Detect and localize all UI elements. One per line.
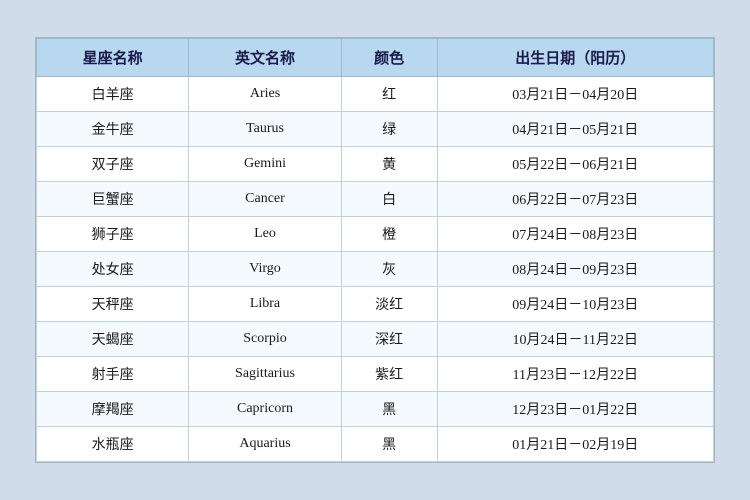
cell-dates: 04月21日－05月21日 xyxy=(437,112,713,147)
table-row: 摩羯座Capricorn黑12月23日－01月22日 xyxy=(37,392,714,427)
cell-color: 紫红 xyxy=(341,357,437,392)
table-row: 处女座Virgo灰08月24日－09月23日 xyxy=(37,252,714,287)
cell-english-name: Cancer xyxy=(189,182,341,217)
cell-english-name: Virgo xyxy=(189,252,341,287)
cell-dates: 01月21日－02月19日 xyxy=(437,427,713,462)
table-row: 狮子座Leo橙07月24日－08月23日 xyxy=(37,217,714,252)
table-header-row: 星座名称 英文名称 颜色 出生日期（阳历） xyxy=(37,39,714,77)
zodiac-table: 星座名称 英文名称 颜色 出生日期（阳历） 白羊座Aries红03月21日－04… xyxy=(36,38,714,462)
table-row: 白羊座Aries红03月21日－04月20日 xyxy=(37,77,714,112)
cell-chinese-name: 天秤座 xyxy=(37,287,189,322)
cell-english-name: Leo xyxy=(189,217,341,252)
table-row: 水瓶座Aquarius黑01月21日－02月19日 xyxy=(37,427,714,462)
cell-chinese-name: 摩羯座 xyxy=(37,392,189,427)
cell-dates: 03月21日－04月20日 xyxy=(437,77,713,112)
col-header-english: 英文名称 xyxy=(189,39,341,77)
cell-english-name: Taurus xyxy=(189,112,341,147)
cell-color: 深红 xyxy=(341,322,437,357)
cell-chinese-name: 处女座 xyxy=(37,252,189,287)
cell-dates: 09月24日－10月23日 xyxy=(437,287,713,322)
cell-english-name: Libra xyxy=(189,287,341,322)
cell-color: 灰 xyxy=(341,252,437,287)
cell-chinese-name: 巨蟹座 xyxy=(37,182,189,217)
cell-chinese-name: 双子座 xyxy=(37,147,189,182)
col-header-color: 颜色 xyxy=(341,39,437,77)
cell-english-name: Sagittarius xyxy=(189,357,341,392)
cell-color: 黑 xyxy=(341,427,437,462)
cell-color: 黄 xyxy=(341,147,437,182)
cell-dates: 11月23日－12月22日 xyxy=(437,357,713,392)
cell-color: 绿 xyxy=(341,112,437,147)
cell-english-name: Capricorn xyxy=(189,392,341,427)
cell-color: 红 xyxy=(341,77,437,112)
cell-english-name: Scorpio xyxy=(189,322,341,357)
table-row: 天蝎座Scorpio深红10月24日－11月22日 xyxy=(37,322,714,357)
cell-dates: 12月23日－01月22日 xyxy=(437,392,713,427)
table-row: 金牛座Taurus绿04月21日－05月21日 xyxy=(37,112,714,147)
cell-color: 橙 xyxy=(341,217,437,252)
cell-chinese-name: 射手座 xyxy=(37,357,189,392)
cell-color: 淡红 xyxy=(341,287,437,322)
table-row: 射手座Sagittarius紫红11月23日－12月22日 xyxy=(37,357,714,392)
zodiac-table-container: 星座名称 英文名称 颜色 出生日期（阳历） 白羊座Aries红03月21日－04… xyxy=(35,37,715,463)
table-body: 白羊座Aries红03月21日－04月20日金牛座Taurus绿04月21日－0… xyxy=(37,77,714,462)
table-row: 双子座Gemini黄05月22日－06月21日 xyxy=(37,147,714,182)
cell-english-name: Aries xyxy=(189,77,341,112)
cell-color: 黑 xyxy=(341,392,437,427)
table-row: 天秤座Libra淡红09月24日－10月23日 xyxy=(37,287,714,322)
cell-color: 白 xyxy=(341,182,437,217)
col-header-dates: 出生日期（阳历） xyxy=(437,39,713,77)
cell-chinese-name: 狮子座 xyxy=(37,217,189,252)
cell-chinese-name: 白羊座 xyxy=(37,77,189,112)
cell-chinese-name: 金牛座 xyxy=(37,112,189,147)
cell-dates: 10月24日－11月22日 xyxy=(437,322,713,357)
cell-chinese-name: 天蝎座 xyxy=(37,322,189,357)
cell-dates: 08月24日－09月23日 xyxy=(437,252,713,287)
table-row: 巨蟹座Cancer白06月22日－07月23日 xyxy=(37,182,714,217)
cell-dates: 05月22日－06月21日 xyxy=(437,147,713,182)
col-header-chinese: 星座名称 xyxy=(37,39,189,77)
cell-chinese-name: 水瓶座 xyxy=(37,427,189,462)
cell-dates: 07月24日－08月23日 xyxy=(437,217,713,252)
cell-english-name: Gemini xyxy=(189,147,341,182)
cell-english-name: Aquarius xyxy=(189,427,341,462)
cell-dates: 06月22日－07月23日 xyxy=(437,182,713,217)
